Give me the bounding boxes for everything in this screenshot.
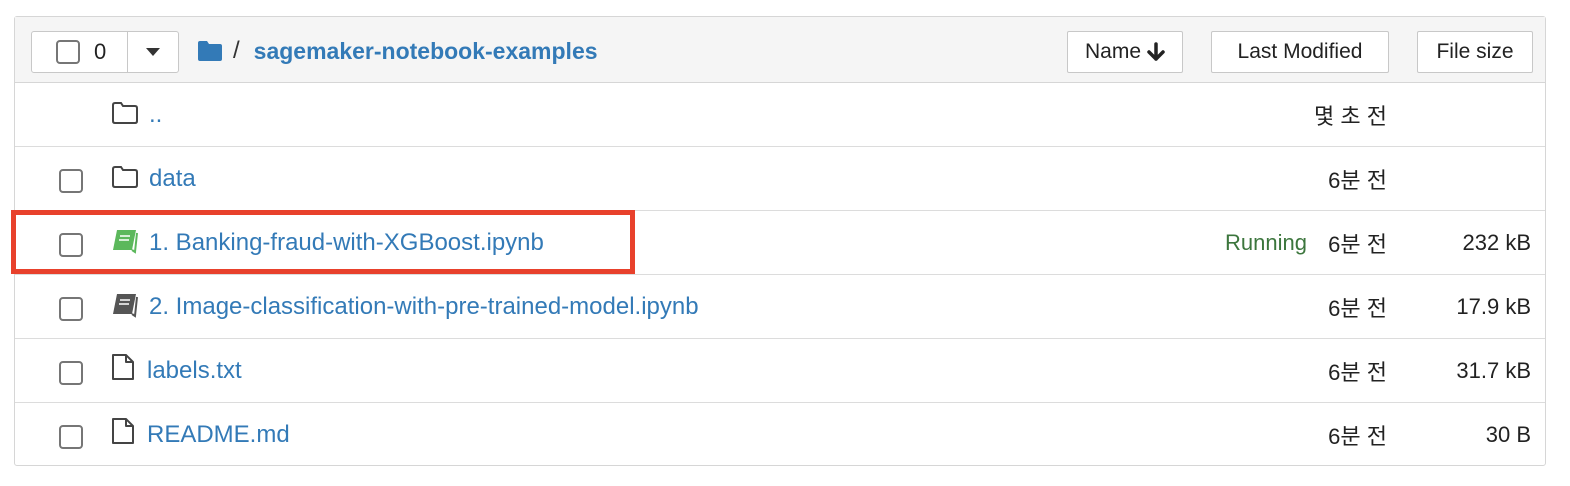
caret-down-icon bbox=[146, 48, 160, 56]
file-row-notebook[interactable]: 2. Image-classification-with-pre-trained… bbox=[15, 275, 1545, 339]
file-last-modified: 6분 전 bbox=[1328, 232, 1387, 257]
breadcrumb-current-folder[interactable]: sagemaker-notebook-examples bbox=[254, 38, 598, 65]
file-size: 31.7 kB bbox=[1456, 358, 1531, 383]
file-row-data[interactable]: data 6분 전 bbox=[15, 147, 1545, 211]
file-icon bbox=[112, 418, 134, 444]
folder-icon[interactable] bbox=[197, 40, 223, 62]
row-checkbox[interactable] bbox=[59, 169, 83, 193]
folder-outline-icon bbox=[112, 102, 138, 124]
sort-by-last-modified-button[interactable]: Last Modified bbox=[1211, 31, 1389, 73]
row-checkbox[interactable] bbox=[59, 233, 83, 257]
sort-by-name-button[interactable]: Name bbox=[1067, 31, 1183, 73]
running-status: Running bbox=[1225, 230, 1307, 255]
row-checkbox[interactable] bbox=[59, 297, 83, 321]
breadcrumb-separator: / bbox=[233, 37, 240, 64]
file-size: 30 B bbox=[1485, 422, 1531, 447]
file-list: .. 몇 초 전 data 6분 전 1. Banking-fraud-with… bbox=[15, 83, 1545, 467]
file-last-modified: 6분 전 bbox=[1328, 424, 1387, 449]
file-name-link[interactable]: 1. Banking-fraud-with-XGBoost.ipynb bbox=[149, 211, 544, 275]
notebook-icon bbox=[113, 294, 138, 318]
selected-count: 0 bbox=[94, 39, 107, 64]
select-all-dropdown[interactable]: 0 bbox=[31, 31, 179, 73]
file-last-modified: 몇 초 전 bbox=[1314, 104, 1387, 129]
file-size: 17.9 kB bbox=[1456, 294, 1531, 319]
folder-outline-icon bbox=[112, 166, 138, 188]
file-icon bbox=[112, 354, 134, 380]
sort-last-modified-label: Last Modified bbox=[1237, 40, 1363, 63]
file-last-modified: 6분 전 bbox=[1328, 296, 1387, 321]
file-name-link[interactable]: labels.txt bbox=[147, 339, 242, 403]
select-all-checkbox[interactable] bbox=[56, 40, 80, 64]
sort-file-size-label: File size bbox=[1436, 40, 1514, 63]
file-row-readme[interactable]: README.md 6분 전 30 B bbox=[15, 403, 1545, 467]
file-row-parent[interactable]: .. 몇 초 전 bbox=[15, 83, 1545, 147]
select-menu-toggle[interactable] bbox=[128, 32, 178, 72]
sort-by-file-size-button[interactable]: File size bbox=[1417, 31, 1533, 73]
arrow-down-icon bbox=[1147, 42, 1165, 61]
sort-name-label: Name bbox=[1084, 40, 1142, 63]
file-name-link[interactable]: 2. Image-classification-with-pre-trained… bbox=[149, 275, 699, 339]
file-name-link[interactable]: data bbox=[149, 147, 196, 211]
row-checkbox[interactable] bbox=[59, 361, 83, 385]
file-size: 232 kB bbox=[1462, 230, 1532, 255]
row-checkbox[interactable] bbox=[59, 425, 83, 449]
file-browser-panel: 0 / sagemaker-notebook-examples Name Las… bbox=[14, 16, 1546, 466]
file-name-link[interactable]: .. bbox=[149, 83, 162, 147]
file-name-link[interactable]: README.md bbox=[147, 403, 290, 467]
file-list-header: 0 / sagemaker-notebook-examples Name Las… bbox=[15, 17, 1545, 83]
file-last-modified: 6분 전 bbox=[1328, 168, 1387, 193]
select-all-control[interactable]: 0 bbox=[32, 32, 128, 72]
breadcrumb: / sagemaker-notebook-examples bbox=[197, 31, 598, 71]
file-row-notebook-running[interactable]: 1. Banking-fraud-with-XGBoost.ipynb Runn… bbox=[15, 211, 1545, 275]
notebook-running-icon bbox=[113, 230, 138, 254]
file-row-text[interactable]: labels.txt 6분 전 31.7 kB bbox=[15, 339, 1545, 403]
file-last-modified: 6분 전 bbox=[1328, 360, 1387, 385]
